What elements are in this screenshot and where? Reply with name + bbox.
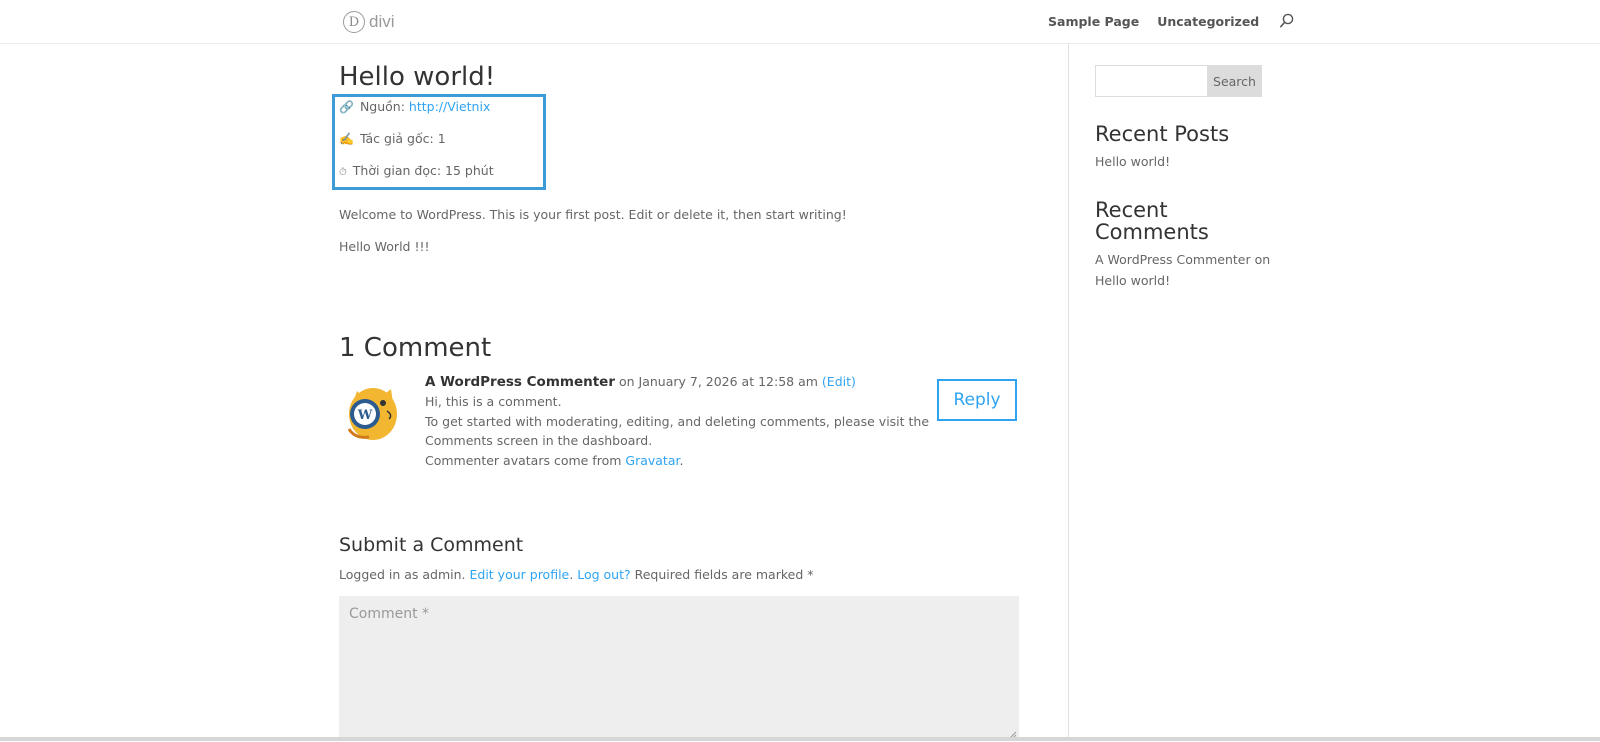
logo-letter: D: [343, 11, 365, 33]
recent-post-link[interactable]: Hello world!: [1095, 154, 1170, 169]
stopwatch-icon: ⏱: [339, 167, 347, 178]
site-logo[interactable]: D divi: [343, 9, 395, 35]
reply-button[interactable]: Reply: [937, 379, 1017, 421]
search-icon[interactable]: [1279, 13, 1295, 29]
post-paragraph: Hello World !!!: [339, 239, 430, 254]
recent-comment-post: Hello world!: [1095, 270, 1170, 291]
window-bottom-border: [0, 737, 1600, 741]
comment-textarea[interactable]: [339, 596, 1019, 737]
meta-source-link[interactable]: http://Vietnix: [409, 99, 490, 114]
comment-avatar-prefix: Commenter avatars come from: [425, 453, 622, 468]
comment-edit-link[interactable]: (Edit): [822, 374, 856, 389]
gravatar-link[interactable]: Gravatar: [625, 453, 679, 468]
logo-text: divi: [369, 12, 395, 31]
submit-comment-title: Submit a Comment: [339, 534, 524, 556]
meta-author: ✍️ Tác giả gốc: 1: [339, 131, 446, 146]
required-fields-text: Required fields are marked *: [634, 567, 814, 582]
meta-reading-time: ⏱ Thời gian đọc: 15 phút: [339, 163, 494, 178]
recent-post-item: Hello world!: [1095, 151, 1170, 172]
recent-comments-title-line2: Comments: [1095, 220, 1209, 244]
meta-source: 🔗 Nguồn: http://Vietnix: [339, 99, 490, 114]
sidebar-search-button[interactable]: Search: [1207, 65, 1262, 97]
comment-text-line: To get started with moderating, editing,…: [425, 414, 930, 429]
comment-text-line: Hi, this is a comment.: [425, 394, 562, 409]
nav-sample-page[interactable]: Sample Page: [1048, 14, 1139, 29]
meta-source-label: Nguồn:: [359, 99, 405, 114]
recent-comment-on: on: [1254, 252, 1271, 267]
avatar: W: [343, 381, 401, 443]
post-title: Hello world!: [339, 62, 496, 92]
recent-posts-title: Recent Posts: [1095, 122, 1230, 146]
logged-in-text: Logged in as admin.: [339, 567, 466, 582]
post-paragraph: Welcome to WordPress. This is your first…: [339, 207, 847, 222]
link-icon: 🔗: [339, 100, 354, 114]
meta-reading-time-text: Thời gian đọc: 15 phút: [352, 163, 494, 178]
meta-author-text: Tác giả gốc: 1: [359, 131, 446, 146]
edit-profile-link[interactable]: Edit your profile: [470, 567, 570, 582]
comment-date[interactable]: on January 7, 2026 at 12:58 am: [619, 374, 818, 389]
recent-comment-item: A WordPress Commenter on: [1095, 249, 1270, 270]
nav-uncategorized[interactable]: Uncategorized: [1157, 14, 1259, 29]
separator-dot: .: [569, 567, 574, 582]
comment-text-line: Comments screen in the dashboard.: [425, 433, 653, 448]
site-header: D divi Sample Page Uncategorized: [0, 0, 1600, 43]
comment-avatar-suffix: .: [679, 453, 684, 468]
logout-link[interactable]: Log out?: [577, 567, 630, 582]
comments-title: 1 Comment: [339, 333, 492, 363]
comment-meta: A WordPress Commenter on January 7, 2026…: [425, 374, 856, 390]
sidebar-search-input[interactable]: [1095, 65, 1207, 97]
recent-comments-title-line1: Recent: [1095, 198, 1168, 222]
comment-author[interactable]: A WordPress Commenter: [425, 374, 615, 390]
main-nav: Sample Page Uncategorized: [1048, 13, 1295, 29]
recent-comment-author-link[interactable]: A WordPress Commenter: [1095, 252, 1251, 267]
resize-grip-icon[interactable]: [1009, 727, 1017, 739]
logged-in-notice: Logged in as admin. Edit your profile. L…: [339, 567, 813, 582]
recent-comment-post-link[interactable]: Hello world!: [1095, 273, 1170, 288]
svg-text:W: W: [357, 408, 373, 423]
sidebar-divider: [1068, 43, 1069, 737]
comment-avatar-line: Commenter avatars come from Gravatar.: [425, 453, 683, 468]
writing-hand-icon: ✍️: [339, 132, 354, 146]
